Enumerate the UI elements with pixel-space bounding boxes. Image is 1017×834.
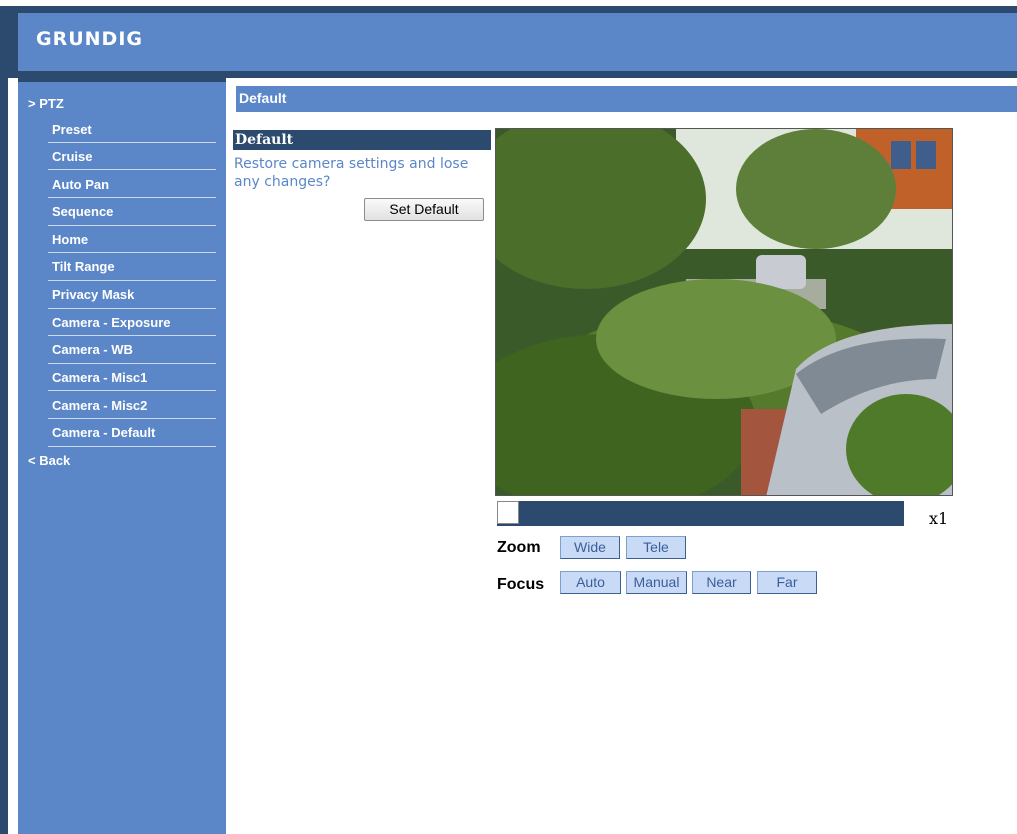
set-default-button[interactable]: Set Default — [364, 198, 484, 221]
sidebar-divider — [48, 142, 216, 143]
zoom-slider-thumb[interactable] — [497, 501, 519, 524]
zoom-label: Zoom — [497, 539, 541, 556]
sidebar-divider — [48, 308, 216, 309]
sidebar-divider — [48, 169, 216, 170]
camera-live-view[interactable] — [495, 128, 953, 496]
focus-auto-button[interactable]: Auto — [560, 571, 621, 594]
sidebar-divider — [48, 197, 216, 198]
panel-description: Restore camera settings and lose any cha… — [234, 156, 469, 190]
zoom-tele-button[interactable]: Tele — [626, 536, 686, 559]
sidebar-item-auto-pan[interactable]: Auto Pan — [52, 177, 109, 192]
sidebar-back-link[interactable]: < Back — [28, 453, 70, 468]
sidebar-item-cruise[interactable]: Cruise — [52, 149, 92, 164]
sidebar-divider — [48, 390, 216, 391]
zoom-wide-button[interactable]: Wide — [560, 536, 620, 559]
panel-heading: Default — [233, 130, 491, 150]
sidebar-item-sequence[interactable]: Sequence — [52, 204, 113, 219]
sidebar-divider — [48, 446, 216, 447]
sidebar-divider — [48, 225, 216, 226]
zoom-level-readout: x1 — [929, 509, 949, 528]
focus-far-button[interactable]: Far — [757, 571, 817, 594]
header-inner — [18, 13, 1017, 71]
sidebar-divider — [48, 252, 216, 253]
left-frame-border — [0, 6, 8, 834]
camera-image — [496, 129, 952, 495]
sidebar-divider — [48, 280, 216, 281]
sidebar-divider — [48, 418, 216, 419]
focus-near-button[interactable]: Near — [692, 571, 751, 594]
sidebar: > PTZ Preset Cruise Auto Pan Sequence Ho… — [18, 78, 226, 834]
sidebar-item-camera-exposure[interactable]: Camera - Exposure — [52, 315, 171, 330]
sidebar-item-camera-misc1[interactable]: Camera - Misc1 — [52, 370, 147, 385]
sidebar-item-camera-misc2[interactable]: Camera - Misc2 — [52, 398, 147, 413]
focus-label: Focus — [497, 576, 545, 593]
sidebar-item-camera-default[interactable]: Camera - Default — [52, 425, 155, 440]
focus-manual-button[interactable]: Manual — [626, 571, 687, 594]
sidebar-divider — [48, 335, 216, 336]
sidebar-item-home[interactable]: Home — [52, 232, 88, 247]
zoom-slider-track[interactable] — [497, 501, 904, 526]
sidebar-item-privacy-mask[interactable]: Privacy Mask — [52, 287, 134, 302]
sidebar-item-tilt-range[interactable]: Tilt Range — [52, 259, 115, 274]
sidebar-item-camera-wb[interactable]: Camera - WB — [52, 342, 133, 357]
sidebar-item-preset[interactable]: Preset — [52, 122, 92, 137]
sidebar-divider — [48, 363, 216, 364]
page-title: Default — [236, 86, 1017, 112]
header-bar: GRUNDIG — [8, 6, 1017, 78]
sidebar-header-ptz[interactable]: > PTZ — [28, 96, 64, 111]
brand-logo: GRUNDIG — [36, 28, 143, 50]
